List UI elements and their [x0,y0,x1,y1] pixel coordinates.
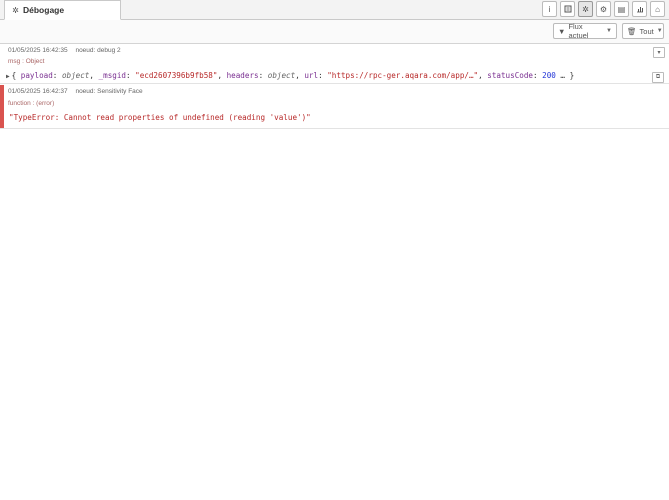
chevron-down-icon: ▼ [656,28,663,34]
message-timestamp: 01/05/2025 16:42:37 [8,88,68,95]
message-menu-button[interactable]: ▾ [653,47,665,58]
bug-icon: ✲ [12,5,19,15]
filter-button[interactable]: ▼ Flux actuel ▼ [553,22,617,40]
message-payload[interactable]: "TypeError: Cannot read properties of un… [9,113,311,122]
filter-icon: ▼ [558,26,566,36]
message-meta: 01/05/2025 16:42:35 noeud: debug 2 [8,47,121,54]
message-payload[interactable]: ▶{ payload: object, _msgid: "ecd2607396b… [6,71,574,80]
message-node[interactable]: noeud: debug 2 [75,47,120,54]
copy-icon[interactable]: ⧉ [652,72,664,83]
error-level-bar [0,85,4,128]
clear-button[interactable]: 🗑 Tout ▼ [622,23,664,39]
message-meta: 01/05/2025 16:42:37 noeud: Sensitivity F… [8,88,143,95]
book-glyph [564,5,571,13]
chevron-down-icon: ▼ [606,28,612,34]
debug-message-error: 01/05/2025 16:42:37 noeud: Sensitivity F… [0,85,669,129]
message-topic: function : (error) [8,100,55,107]
sidebar-buttons: i ✲ ⚙ ▤ ⌂ [542,1,665,17]
chart-glyph [636,7,643,13]
debug-toolbar: ▼ Flux actuel ▼ 🗑 Tout ▼ [0,20,669,44]
chart-icon[interactable] [632,1,647,17]
debug-message: 01/05/2025 16:42:35 noeud: debug 2 ▾ msg… [0,44,669,84]
filter-label: Flux actuel [568,22,589,40]
message-node[interactable]: noeud: Sensitivity Face [75,88,142,95]
tab-label: Débogage [23,5,65,15]
context-icon[interactable]: ▤ [614,1,629,17]
home-icon[interactable]: ⌂ [650,1,665,17]
debug-sidebar: ✲ Débogage i ✲ ⚙ ▤ ⌂ ▼ Flux actuel ▼ 🗑 T… [0,0,669,500]
expand-arrow-icon[interactable]: ▶ [6,73,10,80]
tab-debug[interactable]: ✲ Débogage [4,0,121,20]
clear-label: Tout [639,26,654,36]
message-topic: msg : Object [8,58,45,65]
info-icon[interactable]: i [542,1,557,17]
tab-bar: ✲ Débogage i ✲ ⚙ ▤ ⌂ [0,0,669,20]
gear-icon[interactable]: ⚙ [596,1,611,17]
message-timestamp: 01/05/2025 16:42:35 [8,47,68,54]
book-icon[interactable] [560,1,575,17]
bug-icon[interactable]: ✲ [578,1,593,17]
trash-icon: 🗑 [627,26,637,36]
